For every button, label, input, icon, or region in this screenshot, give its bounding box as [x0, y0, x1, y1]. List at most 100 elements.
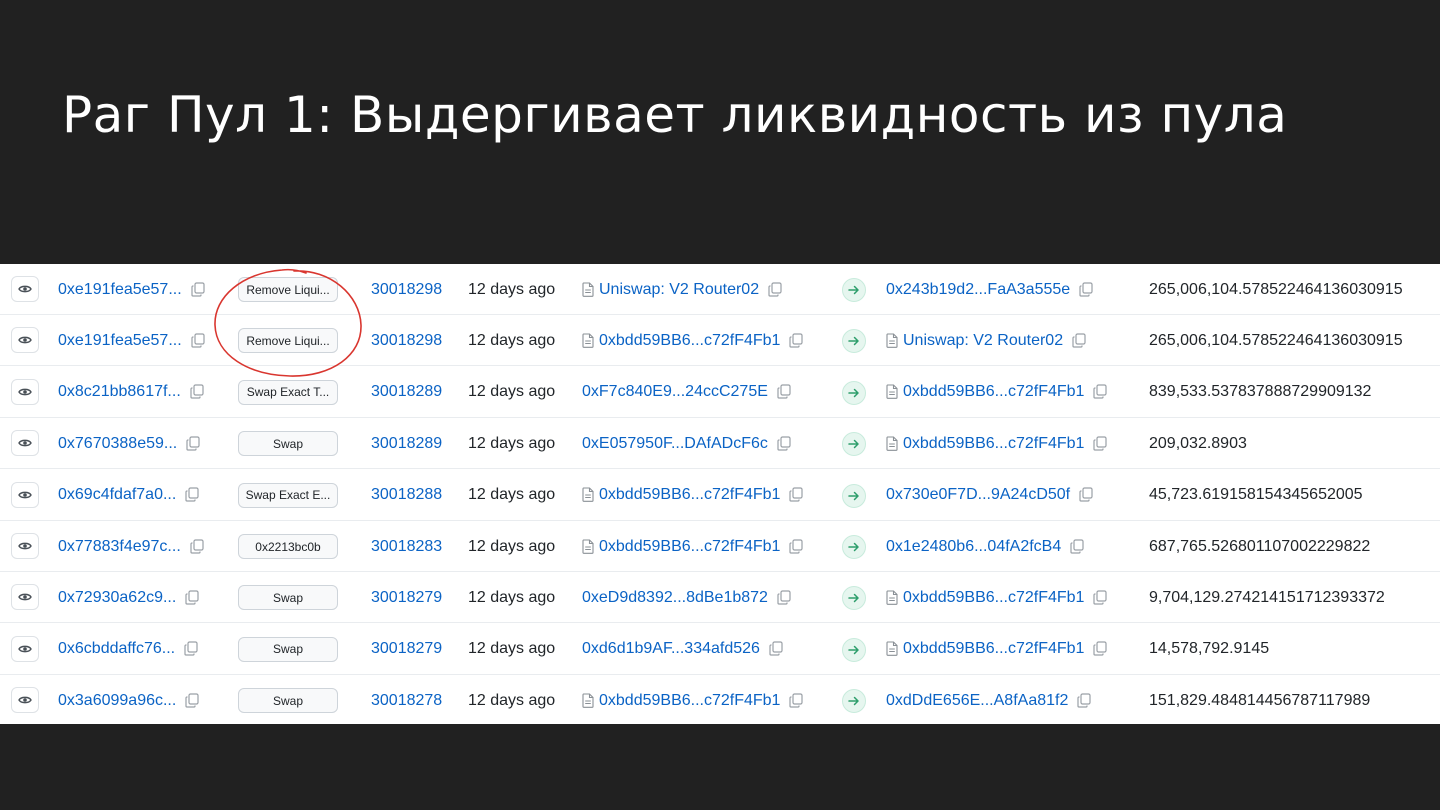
- from-address-link[interactable]: 0xE057950F...DAfADcF6c: [582, 435, 768, 453]
- block-link[interactable]: 30018278: [371, 692, 442, 710]
- contract-file-icon: [886, 590, 899, 606]
- to-address-link[interactable]: 0x1e2480b6...04fA2fcB4: [886, 538, 1061, 556]
- txn-hash-link[interactable]: 0xe191fea5e57...: [58, 281, 182, 299]
- copy-icon[interactable]: [1077, 693, 1093, 709]
- quantity-text: 839,533.537837888729909132: [1149, 383, 1372, 401]
- method-badge: Remove Liqui...: [238, 277, 338, 302]
- copy-icon[interactable]: [1093, 590, 1109, 606]
- preview-eye-button[interactable]: [11, 584, 39, 611]
- copy-icon[interactable]: [1093, 436, 1109, 452]
- copy-icon[interactable]: [777, 436, 793, 452]
- copy-icon[interactable]: [768, 281, 784, 298]
- from-address-link[interactable]: 0xbdd59BB6...c72fF4Fb1: [599, 538, 780, 556]
- preview-eye-button[interactable]: [11, 430, 39, 457]
- to-address-link[interactable]: Uniswap: V2 Router02: [903, 332, 1063, 350]
- slide-title: Раг Пул 1: Выдергивает ликвидность из пу…: [62, 86, 1288, 144]
- to-address-link[interactable]: 0x243b19d2...FaA3a555e: [886, 281, 1070, 299]
- preview-eye-button[interactable]: [11, 687, 39, 714]
- from-address-link[interactable]: 0xbdd59BB6...c72fF4Fb1: [599, 486, 780, 504]
- copy-icon[interactable]: [191, 333, 207, 349]
- table-row: 0x69c4fdaf7a0... Swap Exact E... 3001828…: [0, 470, 1440, 521]
- from-address-link[interactable]: Uniswap: V2 Router02: [599, 281, 759, 299]
- copy-icon[interactable]: [186, 436, 202, 452]
- age-text: 12 days ago: [468, 640, 556, 658]
- copy-icon[interactable]: [185, 590, 201, 606]
- txn-hash-link[interactable]: 0x8c21bb8617f...: [58, 383, 181, 401]
- to-address-link[interactable]: 0xbdd59BB6...c72fF4Fb1: [903, 640, 1084, 658]
- eye-icon: [18, 439, 32, 447]
- copy-icon[interactable]: [769, 641, 785, 657]
- copy-icon[interactable]: [190, 538, 206, 555]
- contract-file-icon: [582, 487, 595, 503]
- txn-hash-link[interactable]: 0x3a6099a96c...: [58, 692, 176, 710]
- copy-icon[interactable]: [789, 487, 805, 503]
- copy-icon[interactable]: [789, 538, 805, 555]
- eye-icon: [18, 491, 32, 498]
- block-link[interactable]: 30018289: [371, 435, 442, 453]
- preview-eye-button[interactable]: [11, 276, 39, 302]
- txn-hash-link[interactable]: 0xe191fea5e57...: [58, 332, 182, 350]
- to-address-link[interactable]: 0xbdd59BB6...c72fF4Fb1: [903, 383, 1084, 401]
- preview-eye-button[interactable]: [11, 533, 39, 559]
- table-row: 0xe191fea5e57... Remove Liqui... 3001829…: [0, 315, 1440, 367]
- quantity-text: 265,006,104.578522464136030915: [1149, 331, 1403, 349]
- copy-icon[interactable]: [1093, 384, 1109, 400]
- txn-hash-link[interactable]: 0x6cbddaffc76...: [58, 640, 175, 658]
- copy-icon[interactable]: [185, 693, 201, 709]
- contract-file-icon: [582, 693, 595, 709]
- copy-icon[interactable]: [184, 641, 200, 657]
- copy-icon[interactable]: [191, 281, 207, 298]
- copy-icon[interactable]: [1093, 641, 1109, 657]
- to-address-link[interactable]: 0xbdd59BB6...c72fF4Fb1: [903, 589, 1084, 607]
- copy-icon[interactable]: [789, 333, 805, 349]
- block-link[interactable]: 30018298: [371, 332, 442, 350]
- block-link[interactable]: 30018279: [371, 640, 442, 658]
- method-badge: Swap Exact T...: [238, 379, 338, 405]
- to-address-link[interactable]: 0xbdd59BB6...c72fF4Fb1: [903, 435, 1084, 453]
- copy-icon[interactable]: [1072, 333, 1088, 349]
- direction-arrow-icon: [842, 535, 866, 559]
- to-address-link[interactable]: 0xdDdE656E...A8fAa81f2: [886, 692, 1068, 710]
- preview-eye-button[interactable]: [11, 635, 39, 662]
- copy-icon[interactable]: [185, 487, 201, 503]
- from-address-link[interactable]: 0xbdd59BB6...c72fF4Fb1: [599, 332, 780, 350]
- copy-icon[interactable]: [777, 384, 793, 400]
- from-address-link[interactable]: 0xeD9d8392...8dBe1b872: [582, 589, 768, 607]
- copy-icon[interactable]: [777, 590, 793, 606]
- copy-icon[interactable]: [1079, 281, 1095, 298]
- from-address-link[interactable]: 0xF7c840E9...24ccC275E: [582, 383, 768, 401]
- method-badge: 0x2213bc0b: [238, 534, 338, 559]
- block-link[interactable]: 30018289: [371, 383, 442, 401]
- block-link[interactable]: 30018279: [371, 589, 442, 607]
- contract-file-icon: [582, 538, 595, 555]
- txn-hash-link[interactable]: 0x7670388e59...: [58, 435, 177, 453]
- preview-eye-button[interactable]: [11, 481, 39, 508]
- direction-arrow-icon: [842, 689, 866, 714]
- copy-icon[interactable]: [190, 384, 206, 400]
- preview-eye-button[interactable]: [11, 378, 39, 405]
- from-address-link[interactable]: 0xd6d1b9AF...334afd526: [582, 640, 760, 658]
- block-link[interactable]: 30018288: [371, 486, 442, 504]
- method-badge: Swap Exact E...: [238, 482, 338, 508]
- token-transfers-table: 0xe191fea5e57... Remove Liqui... 3001829…: [0, 264, 1440, 724]
- quantity-text: 9,704,129.274214151712393372: [1149, 588, 1385, 606]
- preview-eye-button[interactable]: [11, 327, 39, 354]
- block-link[interactable]: 30018283: [371, 538, 442, 556]
- from-address-link[interactable]: 0xbdd59BB6...c72fF4Fb1: [599, 692, 780, 710]
- direction-arrow-icon: [842, 637, 866, 662]
- txn-hash-link[interactable]: 0x69c4fdaf7a0...: [58, 486, 176, 504]
- eye-icon: [18, 337, 32, 344]
- contract-file-icon: [582, 281, 595, 298]
- copy-icon[interactable]: [789, 693, 805, 709]
- copy-icon[interactable]: [1079, 487, 1095, 503]
- copy-icon[interactable]: [1070, 538, 1086, 555]
- eye-icon: [18, 542, 32, 550]
- quantity-text: 209,032.8903: [1149, 434, 1247, 452]
- block-link[interactable]: 30018298: [371, 281, 442, 299]
- txn-hash-link[interactable]: 0x72930a62c9...: [58, 589, 176, 607]
- to-address-link[interactable]: 0x730e0F7D...9A24cD50f: [886, 486, 1070, 504]
- txn-hash-link[interactable]: 0x77883f4e97c...: [58, 538, 181, 556]
- age-text: 12 days ago: [468, 537, 556, 555]
- direction-arrow-icon: [842, 278, 866, 302]
- contract-file-icon: [886, 333, 899, 349]
